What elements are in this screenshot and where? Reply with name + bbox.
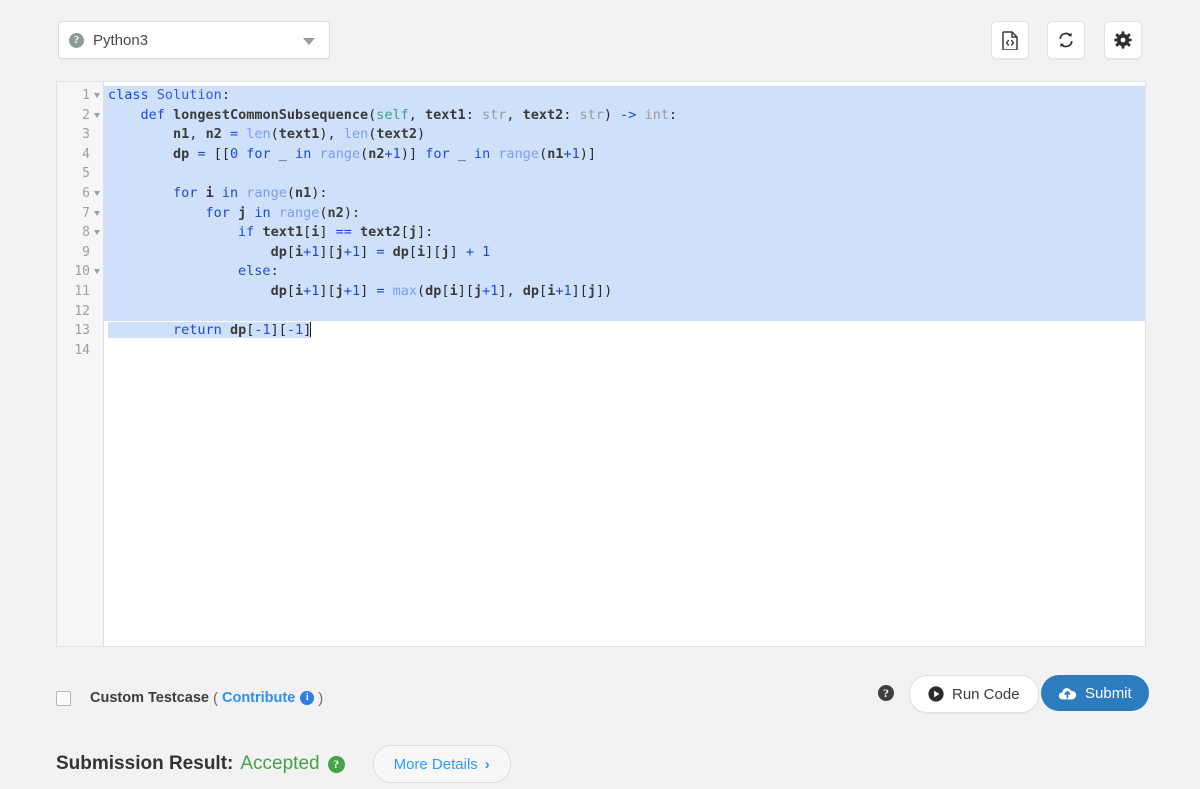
chevron-down-icon — [303, 38, 315, 45]
line-number: 14 — [74, 342, 90, 358]
code-line[interactable] — [104, 301, 1145, 322]
line-number: 1 — [57, 86, 103, 106]
code-file-icon — [1001, 30, 1019, 50]
open-paren: ( — [213, 689, 218, 707]
code-line[interactable]: def longestCommonSubsequence(self, text1… — [104, 105, 1145, 126]
info-icon[interactable]: i — [300, 691, 315, 705]
status-badge: Accepted — [240, 753, 320, 774]
line-number: 11 — [74, 283, 90, 299]
cloud-upload-icon — [1058, 686, 1077, 701]
fold-triangle-icon[interactable] — [94, 269, 100, 275]
play-icon — [928, 686, 944, 702]
fold-triangle-icon[interactable] — [94, 210, 100, 216]
code-line[interactable]: if text1[i] == text2[j]: — [104, 223, 1145, 243]
editor-code-area[interactable]: class Solution: def longestCommonSubsequ… — [104, 82, 1145, 646]
code-editor-page: ? Python3 1 2 3 4 5 6 7 8 9 10 11 12 13 … — [0, 0, 1200, 789]
code-line[interactable]: else: — [104, 262, 1145, 282]
line-number: 8 — [57, 223, 103, 243]
line-number: 13 — [74, 323, 90, 339]
code-snippet-button[interactable] — [991, 21, 1029, 59]
fold-triangle-icon[interactable] — [94, 93, 100, 98]
chevron-right-icon: › — [484, 755, 490, 773]
more-details-label: More Details — [393, 755, 478, 773]
code-line[interactable] — [104, 164, 1145, 184]
help-circle-icon[interactable]: ? — [878, 685, 894, 701]
submit-button[interactable]: Submit — [1041, 675, 1149, 711]
help-circle-icon[interactable]: ? — [327, 755, 345, 773]
code-editor[interactable]: 1 2 3 4 5 6 7 8 9 10 11 12 13 14 class Solution: def … — [56, 81, 1146, 647]
line-number: 12 — [74, 303, 90, 319]
fold-triangle-icon[interactable] — [94, 112, 100, 118]
close-paren: ) — [318, 689, 324, 707]
line-number: 9 — [82, 244, 90, 260]
editor-gutter: 1 2 3 4 5 6 7 8 9 10 11 12 13 14 — [57, 82, 104, 646]
line-number: 10 — [57, 262, 103, 282]
code-line[interactable]: class Solution: — [104, 86, 1145, 106]
line-number: 2 — [57, 106, 103, 126]
custom-testcase-label: Custom Testcase — [90, 690, 209, 706]
code-line[interactable]: dp = [[0 for _ in range(n2+1)] for _ in … — [104, 144, 1145, 165]
code-line[interactable]: dp[i+1][j+1] = dp[i][j] + 1 — [104, 242, 1145, 263]
more-details-button[interactable]: More Details › — [372, 745, 511, 783]
refresh-icon — [1057, 31, 1075, 49]
line-number: 4 — [82, 146, 90, 162]
line-number: 7 — [57, 204, 103, 224]
submission-result-title: Submission Result: — [56, 753, 234, 774]
line-number: 3 — [82, 127, 90, 143]
run-code-button[interactable]: Run Code — [909, 675, 1039, 713]
custom-testcase-row: Custom Testcase ( Contribute i ) — [56, 680, 327, 716]
code-line[interactable]: n1, n2 = len(text1), len(text2) — [104, 125, 1145, 145]
settings-button[interactable] — [1104, 21, 1142, 59]
fold-triangle-icon[interactable] — [94, 230, 100, 236]
custom-testcase-checkbox[interactable] — [56, 690, 71, 706]
help-circle-icon: ? — [69, 32, 84, 48]
submit-label: Submit — [1085, 684, 1132, 702]
line-number: 6 — [57, 184, 103, 204]
code-line[interactable]: dp[i+1][j+1] = max(dp[i][j+1], dp[i+1][j… — [104, 281, 1145, 302]
contribute-link[interactable]: Contribute — [222, 690, 295, 706]
fold-triangle-icon[interactable] — [94, 190, 100, 196]
text-cursor — [310, 322, 312, 338]
code-line[interactable]: return dp[-1][-1] — [104, 321, 1145, 341]
submission-result-row: Submission Result: Accepted ? More Detai… — [56, 745, 511, 783]
reset-button[interactable] — [1047, 21, 1085, 59]
code-line[interactable]: for j in range(n2): — [104, 203, 1145, 224]
run-code-label: Run Code — [952, 685, 1020, 703]
language-select[interactable]: ? Python3 — [58, 21, 330, 59]
code-line[interactable]: for i in range(n1): — [104, 183, 1145, 204]
gear-icon — [1114, 31, 1132, 49]
editor-toolbar: ? Python3 — [0, 0, 1200, 78]
language-select-value: Python3 — [93, 31, 149, 49]
code-line[interactable] — [104, 341, 1145, 361]
line-number: 5 — [82, 166, 90, 182]
